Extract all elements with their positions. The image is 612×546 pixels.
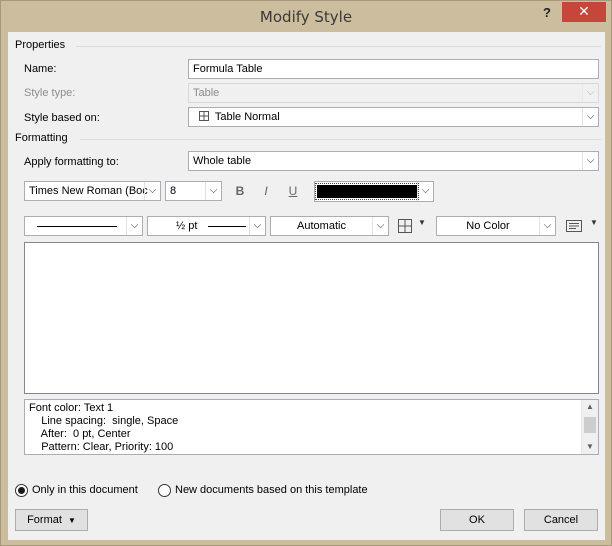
help-button[interactable]: ? [536,4,558,22]
chevron-down-icon: ⌵ [126,217,142,235]
shading-color-select[interactable]: No Color ⌵ [436,216,556,236]
apply-formatting-label: Apply formatting to: [24,156,119,168]
style-based-on-select[interactable]: Table Normal ⌵ [188,107,599,127]
apply-formatting-value: Whole table [193,155,252,167]
name-input[interactable]: Formula Table [188,59,599,79]
chevron-down-icon: ⌵ [144,182,160,200]
name-label: Name: [24,63,57,75]
chevron-down-icon: ⌵ [582,84,598,102]
all-borders-icon [398,219,412,233]
ok-button[interactable]: OK [440,509,514,531]
style-description: Font color: Text 1 Line spacing: single,… [24,399,599,455]
apply-formatting-select[interactable]: Whole table ⌵ [188,151,599,171]
solid-line-icon [37,226,117,227]
border-width-select[interactable]: ½ pt ⌵ [147,216,266,236]
scroll-thumb[interactable] [584,417,596,433]
caret-down-icon: ▼ [590,218,598,227]
style-type-select[interactable]: Table ⌵ [188,83,599,103]
description-line: Line spacing: single, Space [29,415,179,427]
underline-button[interactable]: U [283,181,303,201]
style-based-on-value: Table Normal [214,111,280,123]
dialog-title: Modify Style [259,8,353,26]
new-documents-radio[interactable] [158,484,171,497]
only-this-document-radio[interactable] [15,484,28,497]
font-size-value: 8 [170,185,177,197]
border-style-select[interactable]: ⌵ [24,216,143,236]
description-line: After: 0 pt, Center [29,428,131,440]
properties-divider [76,46,601,47]
formatting-group-label: Formatting [15,132,68,144]
alignment-button[interactable]: ▼ [564,218,600,234]
border-width-value: ½ pt [176,220,198,232]
scroll-down-icon[interactable]: ▼ [582,440,598,454]
radio-selected-dot [18,487,25,494]
border-color-select[interactable]: Automatic ⌵ [270,216,389,236]
style-based-on-label: Style based on: [24,112,100,124]
chevron-down-icon: ⌵ [539,217,555,235]
properties-group-label: Properties [15,39,66,51]
chevron-down-icon: ⌵ [205,182,221,200]
description-scrollbar[interactable]: ▲ ▼ [581,400,598,454]
dialog-body: Properties Name: Formula Table Style typ… [8,32,605,540]
shading-color-value: No Color [466,220,510,232]
chevron-down-icon: ⌵ [582,152,598,170]
style-preview [24,242,599,394]
caret-down-icon: ▼ [418,218,426,227]
caret-down-icon: ▼ [67,516,76,525]
formatting-divider [80,139,601,140]
bold-button[interactable]: B [230,181,250,201]
cancel-button[interactable]: Cancel [524,509,598,531]
only-this-document-label[interactable]: Only in this document [32,484,138,496]
table-grid-icon [199,111,209,121]
thin-line-icon [208,226,246,227]
borders-button[interactable]: ▼ [396,218,428,234]
font-color-swatch [315,183,419,200]
font-name-value: Times New Roman (Boc [29,185,148,197]
font-size-select[interactable]: 8 ⌵ [165,181,222,201]
format-button[interactable]: Format ▼ [15,509,88,531]
close-button[interactable]: ✕ [562,2,606,22]
description-line: Pattern: Clear, Priority: 100 [29,441,174,453]
chevron-down-icon: ⌵ [249,217,265,235]
new-documents-label[interactable]: New documents based on this template [175,484,368,496]
modify-style-dialog: Modify Style ? ✕ Properties Name: Formul… [0,0,612,546]
title-bar[interactable]: Modify Style ? ✕ [1,1,611,31]
font-name-select[interactable]: Times New Roman (Boc ⌵ [24,181,161,201]
chevron-down-icon: ⌵ [417,182,433,201]
cell-alignment-icon [566,220,582,232]
format-button-label: Format [27,514,62,526]
style-type-label: Style type: [24,87,76,99]
italic-button[interactable]: I [256,181,276,201]
scroll-up-icon[interactable]: ▲ [582,400,598,414]
description-line: Font color: Text 1 [29,402,114,414]
border-color-value: Automatic [297,220,346,232]
font-color-picker[interactable]: ⌵ [314,181,434,202]
chevron-down-icon: ⌵ [582,108,598,126]
style-type-value: Table [193,87,220,99]
chevron-down-icon: ⌵ [372,217,388,235]
